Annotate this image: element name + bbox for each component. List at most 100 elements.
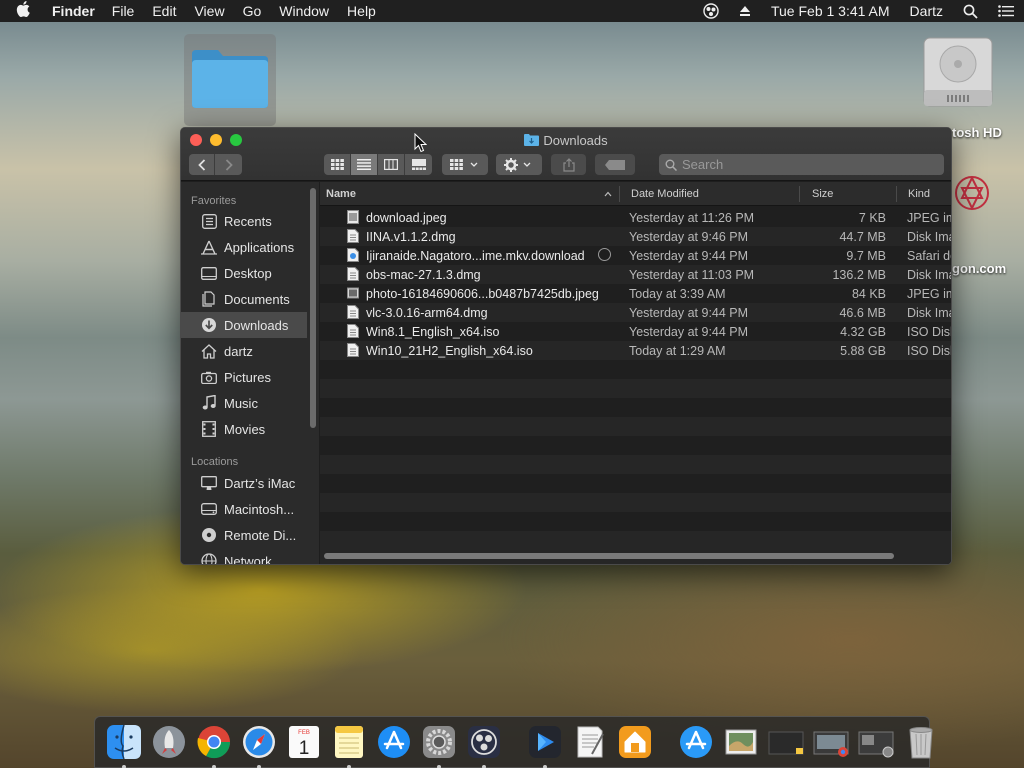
sidebar-item-imac[interactable]: Dartz’s iMac: [181, 470, 307, 496]
column-header-name[interactable]: Name: [326, 188, 356, 200]
movies-icon: [200, 421, 218, 437]
macintosh-hd-icon[interactable]: [920, 32, 996, 112]
menu-view[interactable]: View: [185, 3, 233, 19]
file-row[interactable]: obs-mac-27.1.3.dmg Yesterday at 11:03 PM…: [320, 265, 951, 284]
forward-button[interactable]: [215, 154, 242, 175]
network-icon: [200, 553, 218, 564]
desktop-folder-icon[interactable]: [184, 34, 276, 126]
sidebar-item-applications[interactable]: Applications: [181, 234, 307, 260]
dock-item-system-preferences[interactable]: [421, 724, 457, 768]
mouse-pointer-icon: [414, 133, 427, 153]
sidebar-header-favorites: Favorites: [191, 195, 237, 207]
file-name: obs-mac-27.1.3.dmg: [366, 268, 481, 282]
dock-item-launchpad[interactable]: [151, 724, 187, 760]
dock-item-finder[interactable]: [106, 724, 142, 768]
file-row[interactable]: photo-16184690606...b0487b7425db.jpeg To…: [320, 284, 951, 303]
sidebar-item-desktop[interactable]: Desktop: [181, 260, 307, 286]
gallery-view-button[interactable]: [405, 154, 432, 175]
column-header-size[interactable]: Size: [812, 188, 833, 200]
menu-edit[interactable]: Edit: [143, 3, 185, 19]
calendar-day: 1: [298, 738, 309, 759]
dock-item-app-store-downloads[interactable]: [678, 724, 714, 760]
icon-view-button[interactable]: [324, 154, 351, 175]
sidebar-item-label: Macintosh...: [224, 501, 295, 517]
eject-icon[interactable]: [729, 5, 761, 17]
dock-item-safari[interactable]: [241, 724, 277, 768]
file-size: 46.6 MB: [839, 306, 886, 320]
spotlight-search-icon[interactable]: [953, 4, 988, 19]
menu-finder[interactable]: Finder: [46, 3, 103, 19]
dock-item-app-store[interactable]: [376, 724, 412, 760]
sidebar-item-music[interactable]: Music: [181, 390, 307, 416]
obs-status-icon[interactable]: [693, 3, 729, 19]
file-row[interactable]: Ijiranaide.Nagatoro...ime.mkv.download Y…: [320, 246, 951, 265]
dock-item-preview[interactable]: [723, 724, 759, 760]
menubar-clock[interactable]: Tue Feb 1 3:41 AM: [761, 3, 900, 19]
file-row[interactable]: download.jpeg Yesterday at 11:26 PM 7 KB…: [320, 208, 951, 227]
file-row[interactable]: Win8.1_English_x64.iso Yesterday at 9:44…: [320, 322, 951, 341]
sidebar-item-dartz[interactable]: dartz: [181, 338, 307, 364]
sort-ascending-icon: [604, 191, 612, 197]
dock-item-window-2[interactable]: [813, 724, 849, 760]
sidebar-scrollbar[interactable]: [307, 182, 319, 564]
list-view-button[interactable]: [351, 154, 378, 175]
dock-item-obs[interactable]: [466, 724, 502, 768]
menu-go[interactable]: Go: [234, 3, 271, 19]
horizontal-scroll-thumb[interactable]: [324, 553, 894, 559]
apple-menu-icon[interactable]: [0, 1, 46, 21]
grid-icon: [330, 159, 344, 170]
column-header-date[interactable]: Date Modified: [631, 188, 699, 200]
sidebar-item-network[interactable]: Network: [181, 548, 307, 564]
dock-item-calendar[interactable]: FEB 1: [286, 724, 322, 760]
infuse-icon: [528, 726, 561, 758]
obs-icon: [467, 726, 500, 758]
dock-item-window-3[interactable]: [858, 724, 894, 760]
search-input[interactable]: [682, 157, 922, 172]
menu-window[interactable]: Window: [270, 3, 338, 19]
dock-item-chrome[interactable]: [196, 724, 232, 768]
dock-item-window-1[interactable]: [768, 724, 804, 760]
file-size: 84 KB: [851, 287, 886, 301]
dock-item-home[interactable]: [617, 724, 653, 760]
sidebar-item-downloads[interactable]: Downloads: [181, 312, 307, 338]
sidebar-item-recents[interactable]: Recents: [181, 208, 307, 234]
sidebar-item-label: Applications: [224, 239, 295, 255]
dock-item-trash[interactable]: [903, 724, 939, 760]
sidebar-item-macintosh-hd[interactable]: Macintosh...: [181, 496, 307, 522]
sidebar-item-documents[interactable]: Documents: [181, 286, 307, 312]
desktop-app-icon[interactable]: [952, 168, 1012, 248]
window-thumb-1-icon: [768, 731, 803, 755]
back-button[interactable]: [189, 154, 215, 175]
column-view-button[interactable]: [378, 154, 405, 175]
horizontal-scrollbar[interactable]: [320, 546, 951, 564]
column-header-kind[interactable]: Kind: [908, 188, 930, 200]
sidebar-scroll-thumb[interactable]: [310, 188, 316, 428]
dock-item-infuse[interactable]: [527, 724, 563, 768]
file-size: 7 KB: [858, 211, 886, 225]
search-field[interactable]: [659, 154, 944, 175]
tag-icon: [605, 159, 625, 170]
tags-button[interactable]: [595, 154, 635, 175]
action-menu-button[interactable]: [496, 154, 542, 175]
share-button[interactable]: [551, 154, 586, 175]
empty-list-area[interactable]: [320, 360, 951, 546]
sidebar-item-movies[interactable]: Movies: [181, 416, 307, 442]
file-row[interactable]: IINA.v1.1.2.dmg Yesterday at 9:46 PM 44.…: [320, 227, 951, 246]
notes-icon: [334, 726, 363, 758]
column-divider[interactable]: [799, 186, 800, 202]
file-row[interactable]: Win10_21H2_English_x64.iso Today at 1:29…: [320, 341, 951, 360]
dock-item-notes[interactable]: [331, 724, 367, 768]
menu-file[interactable]: File: [103, 3, 144, 19]
menu-help[interactable]: Help: [338, 3, 385, 19]
notification-center-icon[interactable]: [988, 5, 1024, 17]
column-divider[interactable]: [896, 186, 897, 202]
menubar-user[interactable]: Dartz: [900, 3, 953, 19]
dock-item-textedit[interactable]: [572, 724, 608, 760]
file-row[interactable]: vlc-3.0.16-arm64.dmg Yesterday at 9:44 P…: [320, 303, 951, 322]
sidebar-item-remote-disc[interactable]: Remote Di...: [181, 522, 307, 548]
sidebar-item-pictures[interactable]: Pictures: [181, 364, 307, 390]
dock: FEB 1: [94, 716, 933, 768]
group-by-button[interactable]: [442, 154, 488, 175]
download-progress-icon[interactable]: [598, 248, 611, 261]
column-divider[interactable]: [619, 186, 620, 202]
